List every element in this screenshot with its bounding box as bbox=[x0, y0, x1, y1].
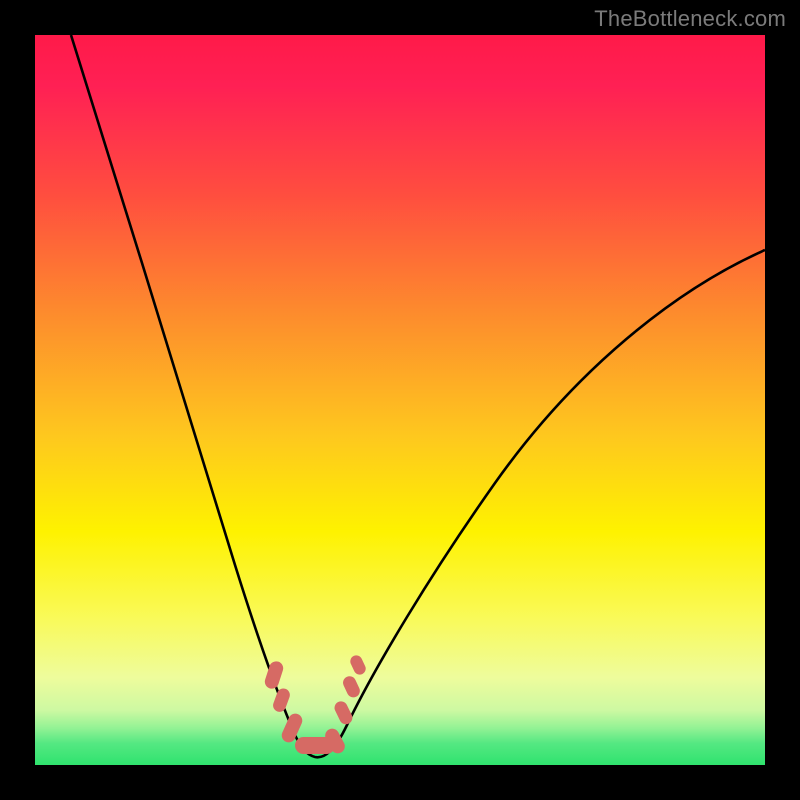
curve-layer bbox=[35, 35, 765, 765]
bottleneck-curve bbox=[71, 35, 765, 757]
marker-group bbox=[263, 653, 368, 755]
marker bbox=[348, 653, 367, 676]
plot-area bbox=[35, 35, 765, 765]
watermark-text: TheBottleneck.com bbox=[594, 6, 786, 32]
marker bbox=[271, 687, 291, 714]
marker bbox=[332, 699, 354, 726]
marker bbox=[263, 660, 285, 691]
marker bbox=[341, 674, 362, 699]
chart-frame: TheBottleneck.com bbox=[0, 0, 800, 800]
